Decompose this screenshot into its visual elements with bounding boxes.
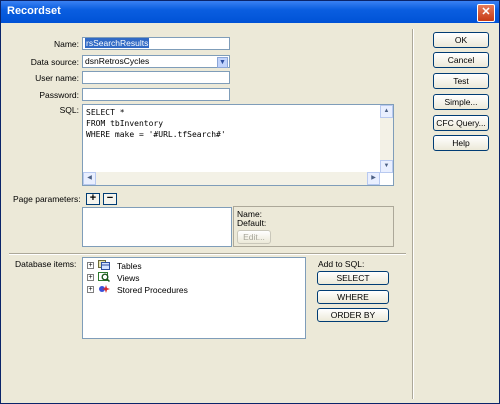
- name-field-value: rsSearchResults: [85, 38, 150, 48]
- test-button[interactable]: Test: [433, 73, 489, 89]
- ok-label: OK: [454, 35, 468, 45]
- sql-textarea[interactable]: SELECT * FROM tbInventory WHERE make = '…: [82, 104, 394, 186]
- plus-icon: +: [89, 192, 97, 204]
- window-title: Recordset: [7, 5, 61, 17]
- scroll-left-icon[interactable]: ◀: [83, 172, 96, 185]
- help-label: Help: [452, 138, 470, 148]
- sql-horizontal-scrollbar[interactable]: ◀ ▶: [83, 172, 380, 185]
- minus-icon: −: [106, 192, 114, 204]
- tree-item-tables[interactable]: + Tables: [87, 260, 307, 272]
- expand-icon[interactable]: +: [87, 286, 94, 293]
- tree-item-label: Tables: [117, 261, 142, 271]
- sql-line: FROM tbInventory: [86, 119, 164, 128]
- database-items-tree[interactable]: + Tables + Views + Stored Procedures: [82, 257, 306, 339]
- vertical-divider: [412, 29, 414, 399]
- tables-icon: [98, 260, 110, 270]
- add-orderby-label: ORDER BY: [330, 310, 376, 320]
- scroll-right-icon[interactable]: ▶: [367, 172, 380, 185]
- data-source-label: Data source:: [30, 57, 79, 67]
- username-field[interactable]: [82, 71, 230, 84]
- views-icon: [98, 272, 110, 282]
- add-select-button[interactable]: SELECT: [317, 271, 389, 285]
- add-orderby-button[interactable]: ORDER BY: [317, 308, 389, 322]
- sql-vertical-scrollbar[interactable]: ▲ ▼: [380, 105, 393, 173]
- param-default-label: Default:: [237, 218, 267, 228]
- password-label: Password:: [39, 90, 79, 100]
- cfc-query-label: CFC Query...: [436, 118, 486, 128]
- database-items-label: Database items:: [15, 259, 77, 269]
- add-to-sql-label: Add to SQL:: [318, 259, 365, 269]
- cfc-query-button[interactable]: CFC Query...: [433, 115, 489, 131]
- remove-parameter-button[interactable]: −: [103, 193, 117, 205]
- edit-label: Edit...: [243, 232, 265, 242]
- expand-icon[interactable]: +: [87, 262, 94, 269]
- simple-label: Simple...: [444, 97, 478, 107]
- close-button[interactable]: ✕: [477, 4, 495, 22]
- page-parameters-label: Page parameters:: [13, 194, 81, 204]
- cancel-label: Cancel: [447, 55, 475, 65]
- recordset-dialog: Recordset ✕ Name: rsSearchResults Data s…: [0, 0, 500, 404]
- username-label: User name:: [35, 73, 79, 83]
- close-icon: ✕: [481, 6, 491, 18]
- expand-icon[interactable]: +: [87, 274, 94, 281]
- simple-button[interactable]: Simple...: [433, 94, 489, 110]
- ok-button[interactable]: OK: [433, 32, 489, 48]
- tree-item-label: Views: [117, 273, 140, 283]
- title-bar[interactable]: Recordset ✕: [1, 1, 499, 23]
- sql-line: SELECT *: [86, 108, 125, 117]
- divider: [9, 253, 406, 255]
- tree-item-stored-procedures[interactable]: + Stored Procedures: [87, 284, 307, 296]
- scroll-down-icon[interactable]: ▼: [380, 160, 393, 173]
- sql-label: SQL:: [59, 105, 79, 115]
- help-button[interactable]: Help: [433, 135, 489, 151]
- page-parameters-list[interactable]: [82, 207, 232, 247]
- edit-parameter-button[interactable]: Edit...: [237, 230, 271, 244]
- add-select-label: SELECT: [336, 273, 370, 283]
- tree-item-label: Stored Procedures: [117, 285, 188, 295]
- name-field[interactable]: rsSearchResults: [82, 37, 230, 50]
- test-label: Test: [453, 76, 469, 86]
- add-where-label: WHERE: [337, 292, 369, 302]
- sql-line: WHERE make = '#URL.tfSearch#': [86, 130, 226, 139]
- data-source-select[interactable]: dsnRetrosCycles ▼: [82, 55, 230, 68]
- password-field[interactable]: [82, 88, 230, 101]
- scroll-up-icon[interactable]: ▲: [380, 105, 393, 118]
- stored-procedures-icon: [99, 285, 110, 293]
- add-parameter-button[interactable]: +: [86, 193, 100, 205]
- chevron-down-icon[interactable]: ▼: [217, 57, 228, 68]
- name-label: Name:: [53, 39, 79, 49]
- data-source-value: dsnRetrosCycles: [85, 56, 150, 66]
- parameter-details: Name: Default: Edit...: [233, 206, 394, 247]
- cancel-button[interactable]: Cancel: [433, 52, 489, 68]
- tree-item-views[interactable]: + Views: [87, 272, 307, 284]
- add-where-button[interactable]: WHERE: [317, 290, 389, 304]
